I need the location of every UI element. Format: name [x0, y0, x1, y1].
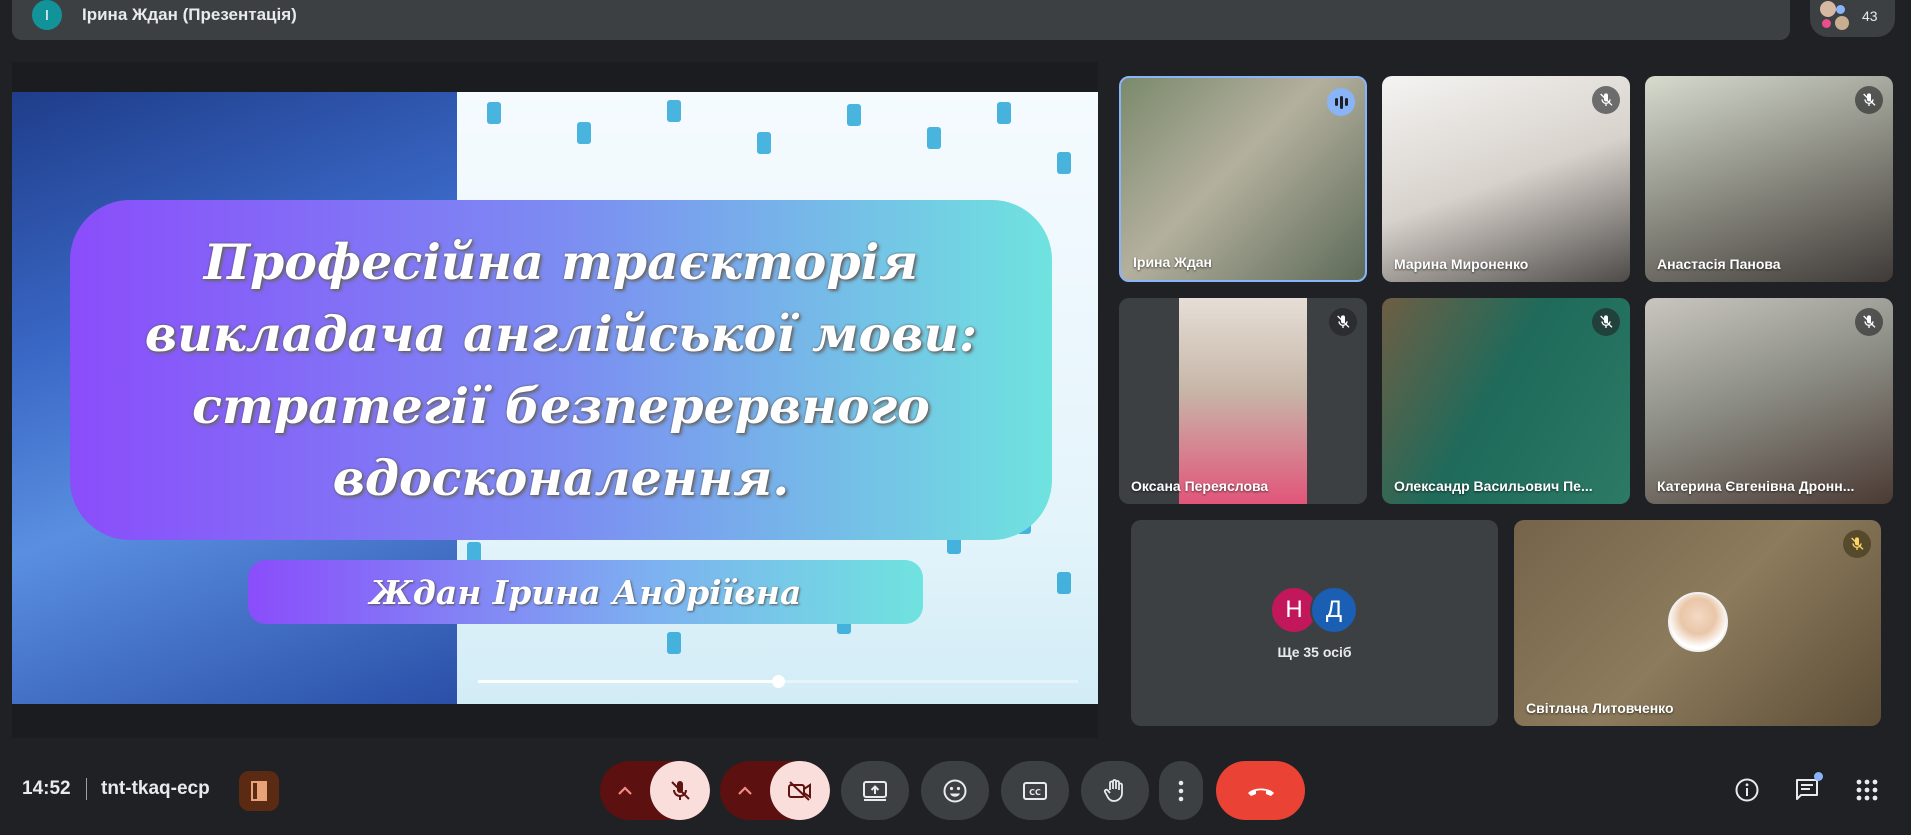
participant-name: Марина Мироненко — [1394, 256, 1529, 272]
participant-tile-zhdan[interactable]: Ірина Ждан — [1119, 76, 1367, 282]
apps-grid-icon — [1856, 779, 1878, 801]
videocam-off-icon — [788, 780, 811, 801]
reactions-button[interactable] — [921, 761, 989, 820]
present-screen-button[interactable] — [841, 761, 909, 820]
participant-video — [1179, 298, 1307, 504]
more-participants-tile[interactable]: Н Д Ще 35 осіб — [1131, 520, 1498, 726]
mic-off-icon — [1592, 308, 1620, 336]
slide-progress-thumb[interactable] — [772, 675, 785, 688]
captions-button[interactable]: CC — [1001, 761, 1069, 820]
slide-progress-bar[interactable] — [478, 675, 1078, 688]
info-icon — [1735, 778, 1759, 802]
participant-tile-oleksandr[interactable]: Олександр Васильович Пе... — [1382, 298, 1630, 504]
call-end-icon — [1247, 788, 1274, 796]
mic-off-icon — [1855, 86, 1883, 114]
participants-button[interactable]: 43 — [1810, 0, 1895, 37]
participant-tile-mironenko[interactable]: Марина Мироненко — [1382, 76, 1630, 282]
participant-tile-panova[interactable]: Анастасія Панова — [1645, 76, 1893, 282]
participant-name: Олександр Васильович Пе... — [1394, 478, 1593, 494]
slide-title-banner: Професійна траєкторія викладача англійсь… — [70, 200, 1052, 540]
presentation-slide: Професійна траєкторія викладача англійсь… — [12, 92, 1098, 704]
mic-off-icon — [1592, 86, 1620, 114]
participant-tile-pereyaslova[interactable]: Оксана Переяслова — [1119, 298, 1367, 504]
avatar: Д — [1310, 586, 1358, 634]
participant-name: Оксана Переяслова — [1131, 478, 1269, 494]
participant-tile-dronn[interactable]: Катерина Євгенівна Дронн... — [1645, 298, 1893, 504]
camera-control — [720, 761, 830, 820]
slide-author: Ждан Ірина Андріївна — [369, 572, 802, 612]
svg-text:CC: CC — [1029, 788, 1041, 797]
mic-off-icon — [1855, 308, 1883, 336]
chevron-up-icon — [618, 785, 632, 795]
mic-options-button[interactable] — [600, 761, 650, 820]
participant-tile-lytovchenko[interactable]: Світлана Литовченко — [1514, 520, 1881, 726]
mic-off-icon — [1843, 530, 1871, 558]
closed-caption-icon: CC — [1023, 781, 1047, 800]
camera-toggle-button[interactable] — [770, 761, 830, 820]
chat-button[interactable] — [1787, 770, 1827, 810]
raise-hand-button[interactable] — [1081, 761, 1149, 820]
presenter-bar: І Ірина Ждан (Презентація) — [12, 0, 1790, 40]
mic-toggle-button[interactable] — [650, 761, 710, 820]
unread-indicator — [1814, 772, 1823, 781]
chevron-up-icon — [738, 785, 752, 795]
participant-count: 43 — [1862, 7, 1878, 24]
door-icon — [251, 781, 267, 801]
slide-title: Професійна траєкторія викладача англійсь… — [144, 233, 978, 507]
presentation-stage: Професійна траєкторія викладача англійсь… — [12, 62, 1098, 738]
avatar — [1668, 592, 1728, 652]
raise-hand-icon — [1103, 778, 1123, 802]
present-to-all-icon — [863, 780, 887, 801]
participant-name: Анастасія Панова — [1657, 256, 1781, 272]
presenter-avatar: І — [32, 0, 62, 30]
meeting-details-button[interactable] — [1727, 770, 1767, 810]
leave-call-button[interactable] — [1216, 761, 1305, 820]
slide-progress-fill — [478, 680, 778, 683]
chat-icon — [1796, 779, 1818, 800]
presenter-label: Ірина Ждан (Презентація) — [82, 5, 297, 24]
microphone-control — [600, 761, 710, 820]
mic-off-icon — [1329, 308, 1357, 336]
activities-button[interactable] — [1847, 770, 1887, 810]
participant-name: Ірина Ждан — [1133, 254, 1212, 270]
participant-name: Світлана Литовченко — [1526, 700, 1674, 716]
host-controls-button[interactable] — [239, 771, 279, 811]
meeting-clock: 14:52 — [22, 778, 71, 799]
participants-avatars-icon — [1818, 0, 1852, 31]
camera-options-button[interactable] — [720, 761, 770, 820]
participant-name: Катерина Євгенівна Дронн... — [1657, 478, 1855, 494]
more-vert-icon — [1178, 780, 1184, 801]
slide-author-banner: Ждан Ірина Андріївна — [248, 560, 923, 624]
audio-level-icon — [1327, 88, 1355, 116]
more-participants-avatars: Н Д — [1270, 586, 1366, 636]
meeting-code: tnt-tkaq-ecp — [101, 778, 210, 799]
emoji-icon — [943, 779, 967, 802]
more-options-button[interactable] — [1159, 761, 1203, 820]
more-participants-label: Ще 35 осіб — [1277, 644, 1352, 660]
mic-off-icon — [671, 780, 690, 800]
divider — [86, 778, 87, 800]
